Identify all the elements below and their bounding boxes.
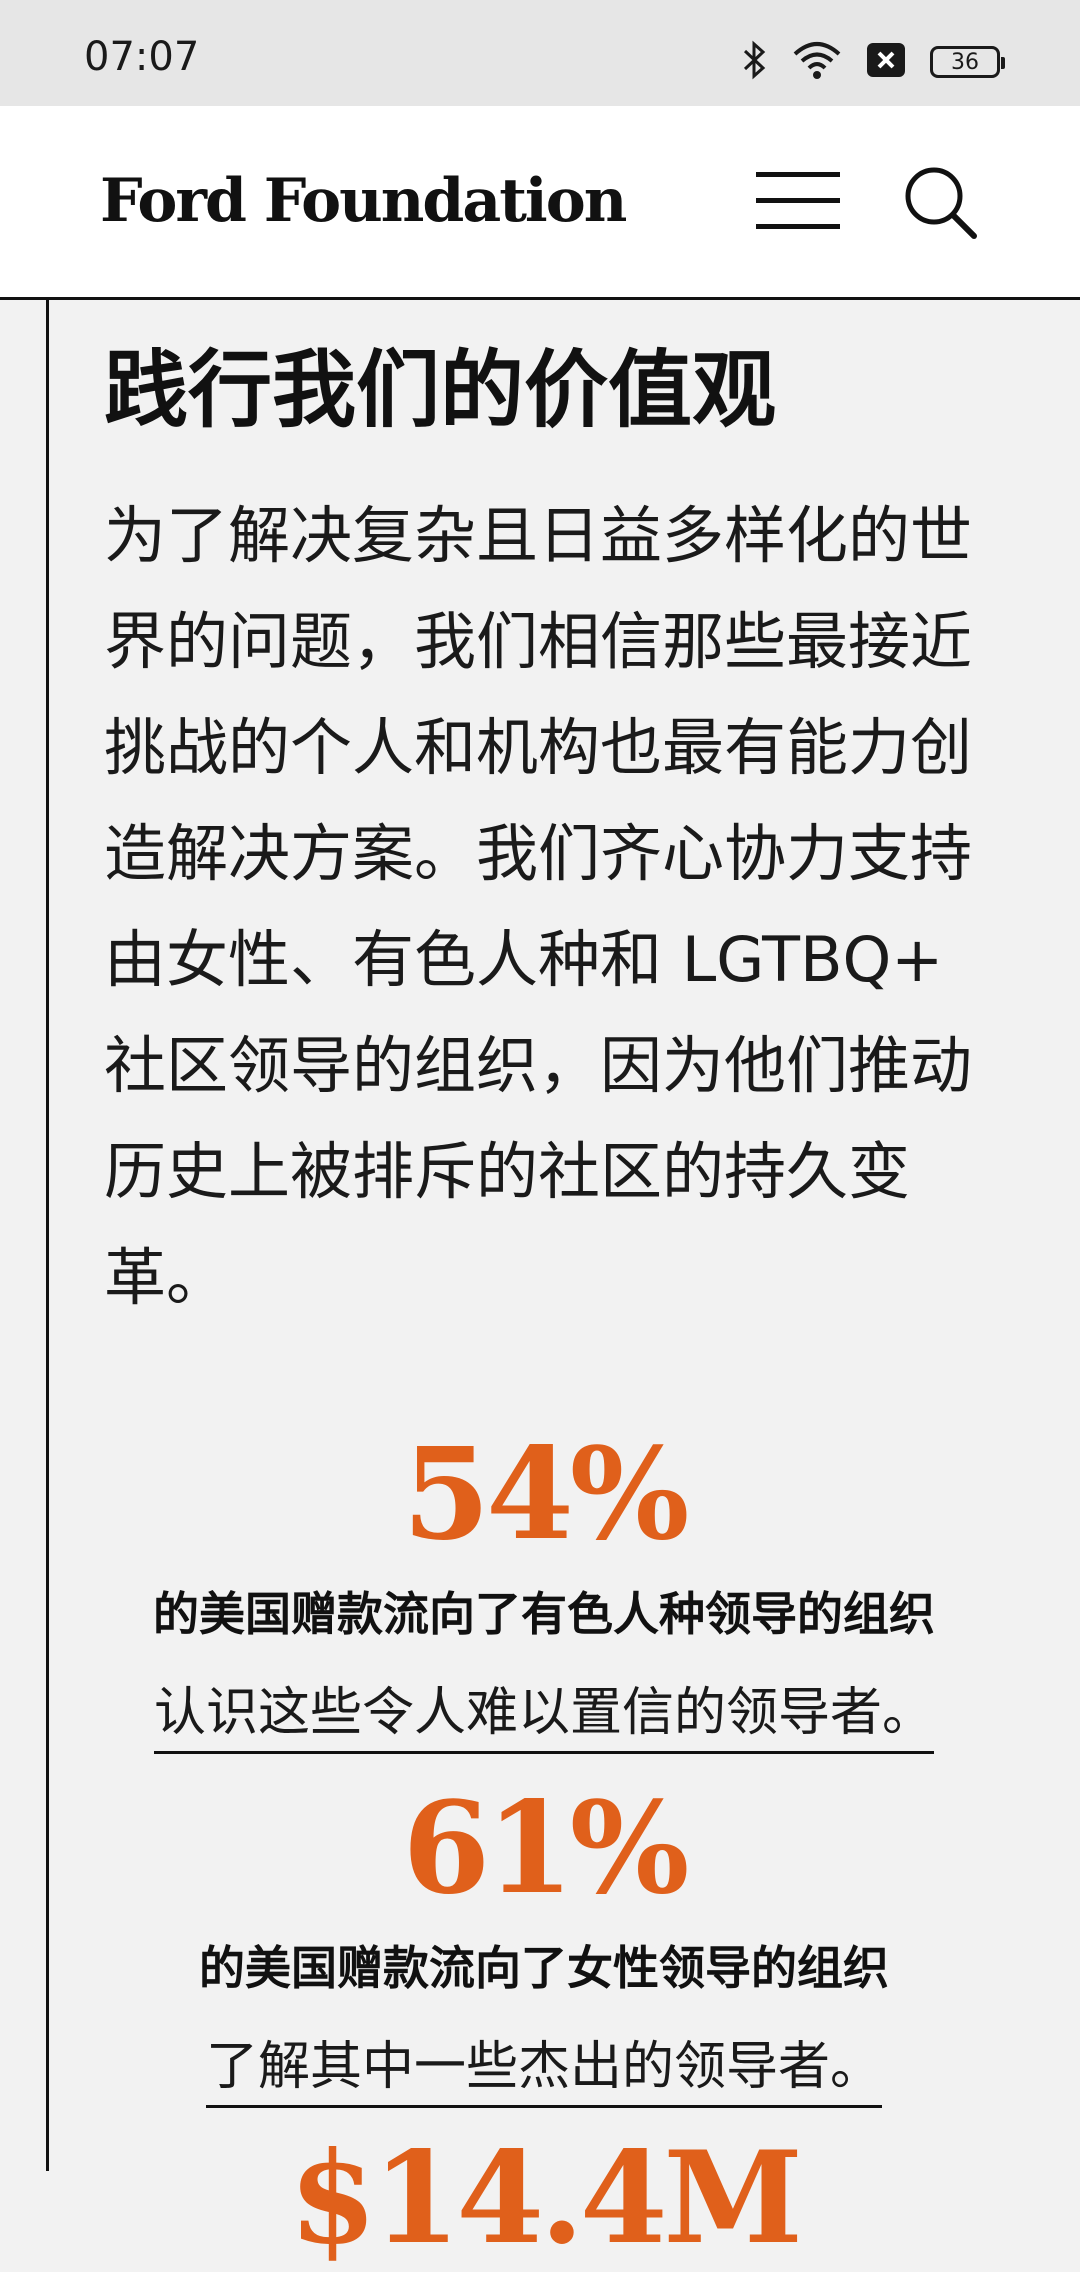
stat-caption: 的美国赠款流向了女性领导的组织 xyxy=(199,1941,889,1995)
search-button[interactable] xyxy=(900,162,980,242)
battery-icon: 36 xyxy=(930,46,1005,78)
section-body: 为了解决复杂且日益多样化的世界的问题，我们相信那些最接近挑战的个人和机构也最有能… xyxy=(104,498,973,1314)
stat-caption: 的美国赠款流向了有色人种领导的组织 xyxy=(153,1587,935,1641)
battery-level: 36 xyxy=(951,49,979,75)
status-icons: 36 xyxy=(742,40,1005,84)
bluetooth-icon xyxy=(742,40,768,84)
close-box-icon xyxy=(866,42,906,82)
menu-icon xyxy=(756,172,840,177)
brand-logo[interactable]: Ford Foundation xyxy=(100,166,627,236)
stat-value: $14.4M xyxy=(288,2124,803,2272)
stat-block: $14.4M xyxy=(104,2124,984,2272)
stat-block: 54% 的美国赠款流向了有色人种领导的组织 认识这些令人难以置信的领导者。 xyxy=(104,1420,984,1754)
status-time: 07:07 xyxy=(84,34,200,80)
menu-button[interactable] xyxy=(756,172,840,230)
main-content: 践行我们的价值观 为了解决复杂且日益多样化的世界的问题，我们相信那些最接近挑战的… xyxy=(104,300,1004,2272)
stat-value: 54% xyxy=(402,1420,689,1568)
stat-value: 61% xyxy=(402,1774,689,1922)
stat-link[interactable]: 了解其中一些杰出的领导者。 xyxy=(205,2024,882,2108)
stat-block: 61% 的美国赠款流向了女性领导的组织 了解其中一些杰出的领导者。 xyxy=(104,1774,984,2108)
content-left-rule xyxy=(46,300,49,2171)
site-header: Ford Foundation xyxy=(0,106,1080,300)
search-icon xyxy=(905,167,977,239)
status-bar: 07:07 36 xyxy=(0,0,1080,106)
stat-link[interactable]: 认识这些令人难以置信的领导者。 xyxy=(153,1670,934,1754)
wifi-icon xyxy=(792,40,842,84)
section-title: 践行我们的价值观 xyxy=(104,341,777,439)
